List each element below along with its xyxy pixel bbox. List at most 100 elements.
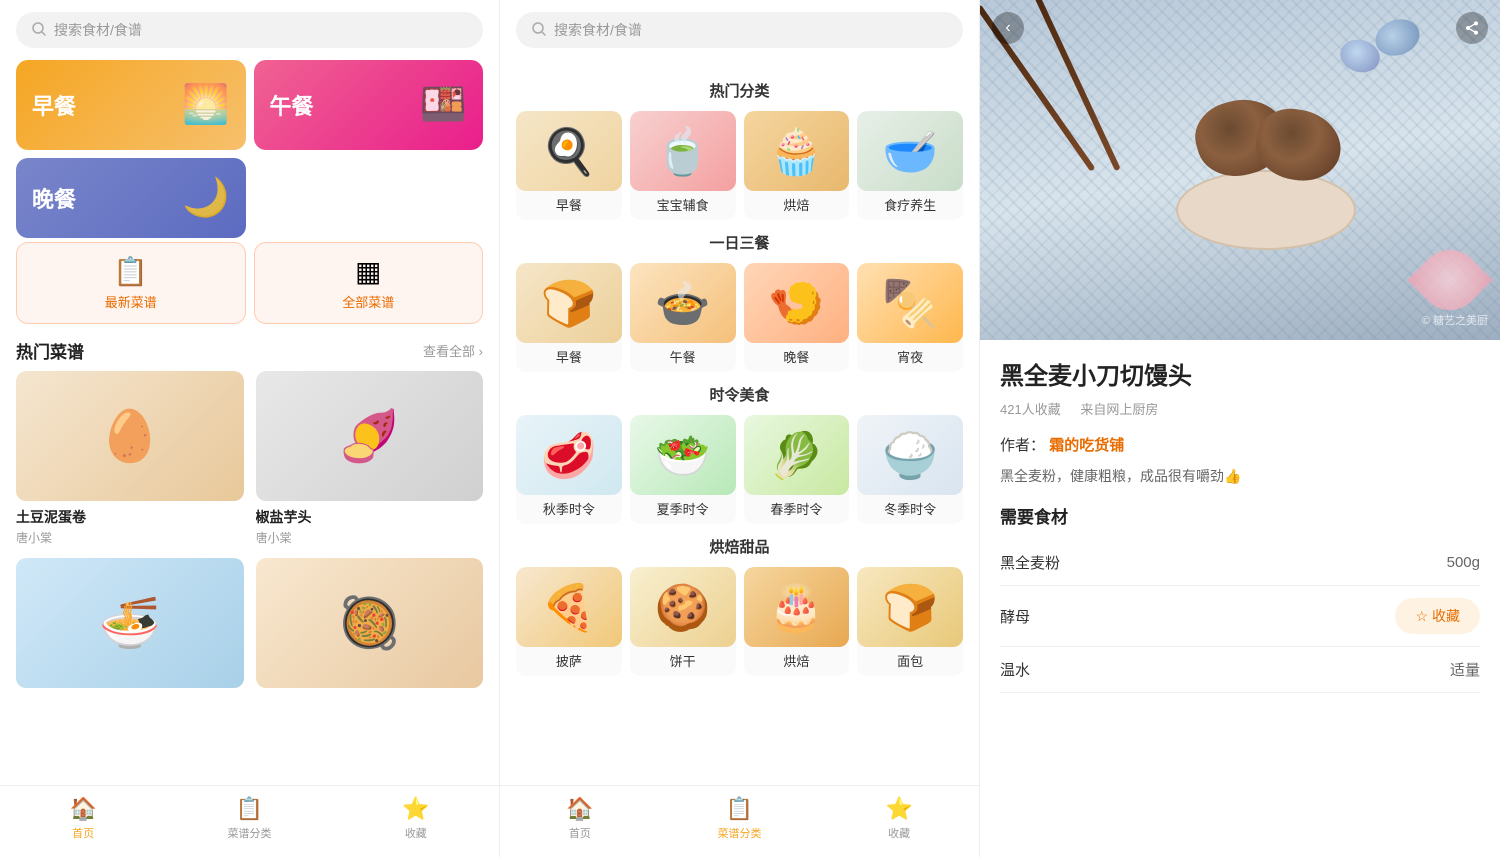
- cat-label-binggan: 饼干: [630, 647, 736, 676]
- hero-background: [980, 0, 1500, 340]
- nav-collect-p1[interactable]: ⭐ 收藏: [333, 796, 499, 841]
- author-name: 霜的吃货铺: [1049, 437, 1124, 454]
- cat-item-binggan[interactable]: 🍪 饼干: [630, 567, 736, 676]
- recipe-author-1: 唐小棠: [16, 529, 244, 546]
- dinner-card[interactable]: 晚餐 🌙: [16, 158, 246, 238]
- cat-img-zaochan2: 🍞: [516, 263, 622, 343]
- cat-label-wucan: 午餐: [630, 343, 736, 372]
- cat-label-shiliao: 食疗养生: [857, 191, 963, 220]
- recipe-image-3: 🍜: [16, 558, 244, 688]
- ingredient-name-1: 黑全麦粉: [1000, 552, 1060, 573]
- nav-home-p2[interactable]: 🏠 首页: [500, 796, 660, 841]
- recipe-hero: ‹ © 糖艺之美厨: [980, 0, 1500, 340]
- cat-img-hongbei2: 🎂: [744, 567, 850, 647]
- all-recipes-label: 全部菜谱: [342, 292, 394, 311]
- new-recipes-label: 最新菜谱: [105, 292, 157, 311]
- panel-recipe-detail: ‹ © 糖艺之美厨 黑全麦小刀切馒头 421人收藏 来自网上厨房 作者： 霜的吃…: [980, 0, 1500, 857]
- cat-item-baobao[interactable]: 🍵 宝宝辅食: [630, 111, 736, 220]
- panel-home: 搜索食材/食谱 早餐 🌅 午餐 🍱 晚餐 🌙 📋 最新菜谱 ▦ 全部菜谱: [0, 0, 500, 857]
- cat-img-xiaji: 🥗: [630, 415, 736, 495]
- ingredient-name-3: 温水: [1000, 659, 1030, 680]
- recipe-image-1: 🥚: [16, 371, 244, 501]
- recipe-card-1[interactable]: 🥚 土豆泥蛋卷 唐小棠: [16, 371, 244, 546]
- recipe-source: 来自网上厨房: [1080, 402, 1158, 417]
- cat-img-suye: 🍢: [857, 263, 963, 343]
- cat-label-suye: 宵夜: [857, 343, 963, 372]
- cat-item-hongbei[interactable]: 🧁 烘焙: [744, 111, 850, 220]
- cat-label-zaochan2: 早餐: [516, 343, 622, 372]
- recipe-card-3[interactable]: 🍜: [16, 558, 244, 694]
- cat-item-hongbei2[interactable]: 🎂 烘焙: [744, 567, 850, 676]
- hot-section-header: 热门菜谱 查看全部 ›: [0, 324, 499, 371]
- collect-button[interactable]: ☆ 收藏: [1395, 598, 1480, 634]
- cat-item-mianbao[interactable]: 🍞 面包: [857, 567, 963, 676]
- cat-img-zaochan: 🍳: [516, 111, 622, 191]
- share-button[interactable]: [1456, 12, 1488, 44]
- recipe-card-2[interactable]: 🍠 椒盐芋头 唐小棠: [256, 371, 484, 546]
- dinner-label: 晚餐: [32, 182, 76, 214]
- cat-title-seasonal: 时令美食: [516, 384, 963, 405]
- category-label-p2: 菜谱分类: [718, 825, 762, 841]
- home-icon-p2: 🏠: [566, 796, 593, 822]
- breakfast-card[interactable]: 早餐 🌅: [16, 60, 246, 150]
- category-label-p1: 菜谱分类: [227, 825, 271, 841]
- search-bar-p2[interactable]: 搜索食材/食谱: [516, 12, 963, 48]
- cat-label-baobao: 宝宝辅食: [630, 191, 736, 220]
- cat-item-wancan[interactable]: 🍤 晚餐: [744, 263, 850, 372]
- back-icon: ‹: [1005, 19, 1010, 37]
- recipe-card-4[interactable]: 🥘: [256, 558, 484, 694]
- cat-item-xiaji[interactable]: 🥗 夏季时令: [630, 415, 736, 524]
- recipe-image-4: 🥘: [256, 558, 484, 688]
- cat-img-mianbao: 🍞: [857, 567, 963, 647]
- meal-grid: 早餐 🌅 午餐 🍱 晚餐 🌙: [0, 60, 499, 250]
- cat-item-suye[interactable]: 🍢 宵夜: [857, 263, 963, 372]
- hot-section-title: 热门菜谱: [16, 338, 84, 363]
- cat-item-zaochan[interactable]: 🍳 早餐: [516, 111, 622, 220]
- cat-img-wancan: 🍤: [744, 263, 850, 343]
- cat-item-shiliao[interactable]: 🥣 食疗养生: [857, 111, 963, 220]
- recipe-description: 黑全麦粉，健康粗粮，成品很有嚼劲👍: [1000, 465, 1480, 487]
- nav-collect-p2[interactable]: ⭐ 收藏: [819, 796, 979, 841]
- cat-item-pizza[interactable]: 🍕 披萨: [516, 567, 622, 676]
- recipe-author-row: 作者： 霜的吃货铺: [1000, 434, 1480, 455]
- ingredient-row-3: 温水 适量: [1000, 647, 1480, 693]
- new-recipes-btn[interactable]: 📋 最新菜谱: [16, 242, 246, 324]
- see-all-btn[interactable]: 查看全部 ›: [423, 341, 483, 360]
- cat-item-wucan[interactable]: 🍲 午餐: [630, 263, 736, 372]
- cat-label-pizza: 披萨: [516, 647, 622, 676]
- cat-item-zaochan2[interactable]: 🍞 早餐: [516, 263, 622, 372]
- cat-img-shiliao: 🥣: [857, 111, 963, 191]
- cat-label-zaochan: 早餐: [516, 191, 622, 220]
- all-recipes-icon: ▦: [355, 255, 381, 288]
- action-buttons: 📋 最新菜谱 ▦ 全部菜谱: [0, 242, 499, 324]
- bottom-nav-p1: 🏠 首页 📋 菜谱分类 ⭐ 收藏: [0, 785, 499, 857]
- all-recipes-btn[interactable]: ▦ 全部菜谱: [254, 242, 484, 324]
- breakfast-icon: 🌅: [182, 83, 229, 127]
- cat-grid-meals: 🍞 早餐 🍲 午餐 🍤 晚餐 🍢 宵夜: [516, 263, 963, 372]
- recipe-saves: 421人收藏: [1000, 402, 1061, 417]
- cat-img-binggan: 🍪: [630, 567, 736, 647]
- cat-label-hongbei2: 烘焙: [744, 647, 850, 676]
- search-icon-p1: [32, 22, 46, 39]
- bottom-nav-p2: 🏠 首页 📋 菜谱分类 ⭐ 收藏: [500, 785, 979, 857]
- cat-item-qiuji[interactable]: 🥩 秋季时令: [516, 415, 622, 524]
- cat-img-chunji: 🥬: [744, 415, 850, 495]
- cat-item-chunji[interactable]: 🥬 春季时令: [744, 415, 850, 524]
- nav-home-p1[interactable]: 🏠 首页: [0, 796, 166, 841]
- collect-icon-p2: ⭐: [885, 796, 912, 822]
- back-button[interactable]: ‹: [992, 12, 1024, 44]
- nav-category-p2[interactable]: 📋 菜谱分类: [660, 796, 820, 841]
- cat-label-chunji: 春季时令: [744, 495, 850, 524]
- cat-label-xiaji: 夏季时令: [630, 495, 736, 524]
- cat-label-hongbei: 烘焙: [744, 191, 850, 220]
- search-bar-p1[interactable]: 搜索食材/食谱: [16, 12, 483, 48]
- lunch-card[interactable]: 午餐 🍱: [254, 60, 484, 150]
- nav-category-p1[interactable]: 📋 菜谱分类: [166, 796, 332, 841]
- panel-category: 搜索食材/食谱 热门分类 🍳 早餐 🍵 宝宝辅食 🧁 烘焙 🥣 食疗养生: [500, 0, 980, 857]
- collect-label-p2: 收藏: [888, 825, 910, 841]
- home-icon-p1: 🏠: [69, 796, 96, 822]
- breakfast-label: 早餐: [32, 89, 76, 121]
- cat-item-dongji[interactable]: 🍚 冬季时令: [857, 415, 963, 524]
- dinner-icon: 🌙: [182, 176, 229, 220]
- search-placeholder-p1: 搜索食材/食谱: [54, 20, 142, 40]
